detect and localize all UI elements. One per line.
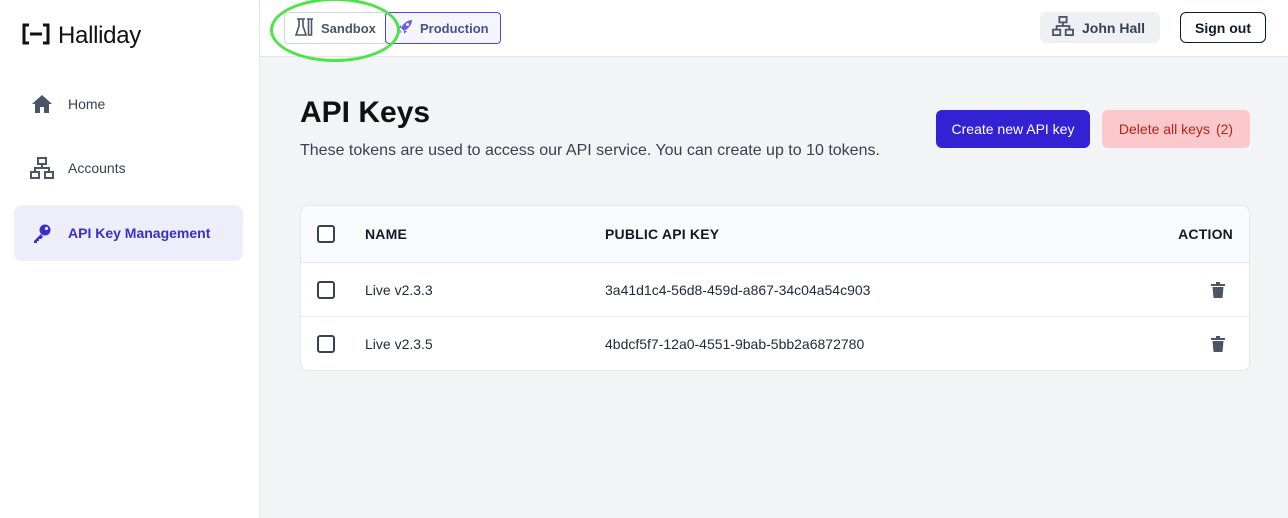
public-api-key: 3a41d1c4-56d8-459d-a867-34c04a54c903	[605, 281, 871, 298]
halliday-logo-icon	[22, 23, 50, 50]
sidebar: Halliday Home Accounts API Key Managemen…	[0, 0, 260, 518]
sidebar-item-accounts[interactable]: Accounts	[14, 140, 243, 196]
api-keys-table: NAME PUBLIC API KEY ACTION Live v2.3.3 3…	[300, 205, 1250, 371]
rocket-icon	[396, 18, 414, 39]
row-select-cell	[317, 317, 335, 370]
key-name: Live v2.3.3	[365, 281, 433, 298]
row-checkbox[interactable]	[317, 280, 335, 299]
key-name: Live v2.3.5	[365, 336, 433, 352]
page-subtitle: These tokens are used to access our API …	[300, 142, 880, 159]
column-header-action: ACTION	[1178, 226, 1233, 242]
home-icon	[30, 92, 54, 116]
delete-all-label: Delete all keys	[1118, 121, 1210, 137]
table-row: Live v2.3.5 4bdcf5f7-12a0-4551-9bab-5bb2…	[301, 317, 1249, 370]
create-api-key-button[interactable]: Create new API key	[936, 110, 1090, 148]
select-all-checkbox[interactable]	[317, 225, 335, 243]
delete-all-keys-button[interactable]: Delete all keys (2)	[1102, 110, 1250, 148]
network-icon	[30, 156, 54, 180]
brand-name: Halliday	[58, 22, 141, 49]
user-menu[interactable]: John Hall	[1040, 12, 1160, 43]
row-checkbox[interactable]	[317, 335, 335, 353]
table-header: NAME PUBLIC API KEY ACTION	[301, 206, 1249, 263]
sidebar-item-home[interactable]: Home	[14, 76, 243, 132]
production-env-button[interactable]: Production	[385, 12, 501, 44]
top-bar: Sandbox Production John Hall Sign out	[260, 0, 1288, 62]
production-label: Production	[420, 20, 489, 36]
row-select-cell	[317, 263, 335, 316]
table-row: Live v2.3.3 3a41d1c4-56d8-459d-a867-34c0…	[301, 263, 1249, 317]
trash-icon[interactable]	[1211, 263, 1225, 316]
sidebar-item-label: API Key Management	[68, 225, 211, 241]
sandbox-env-button[interactable]: Sandbox	[284, 12, 386, 44]
sidebar-item-api-key-management[interactable]: API Key Management	[14, 205, 243, 261]
user-name: John Hall	[1082, 19, 1146, 36]
select-all-cell	[317, 206, 335, 262]
public-api-key: 4bdcf5f7-12a0-4551-9bab-5bb2a6872780	[605, 336, 865, 352]
beaker-icon	[294, 17, 315, 39]
page-title: API Keys	[300, 96, 431, 129]
sidebar-item-label: Home	[68, 96, 106, 112]
sidebar-item-label: Accounts	[68, 160, 126, 176]
brand-logo[interactable]: Halliday	[22, 22, 141, 50]
sandbox-label: Sandbox	[321, 20, 376, 36]
network-icon	[1052, 16, 1074, 39]
delete-all-count: (2)	[1215, 121, 1234, 137]
key-icon	[30, 221, 54, 245]
column-header-public-api-key: PUBLIC API KEY	[605, 226, 720, 242]
sign-out-button[interactable]: Sign out	[1180, 12, 1266, 43]
trash-icon[interactable]	[1211, 317, 1225, 370]
column-header-name: NAME	[365, 226, 408, 242]
